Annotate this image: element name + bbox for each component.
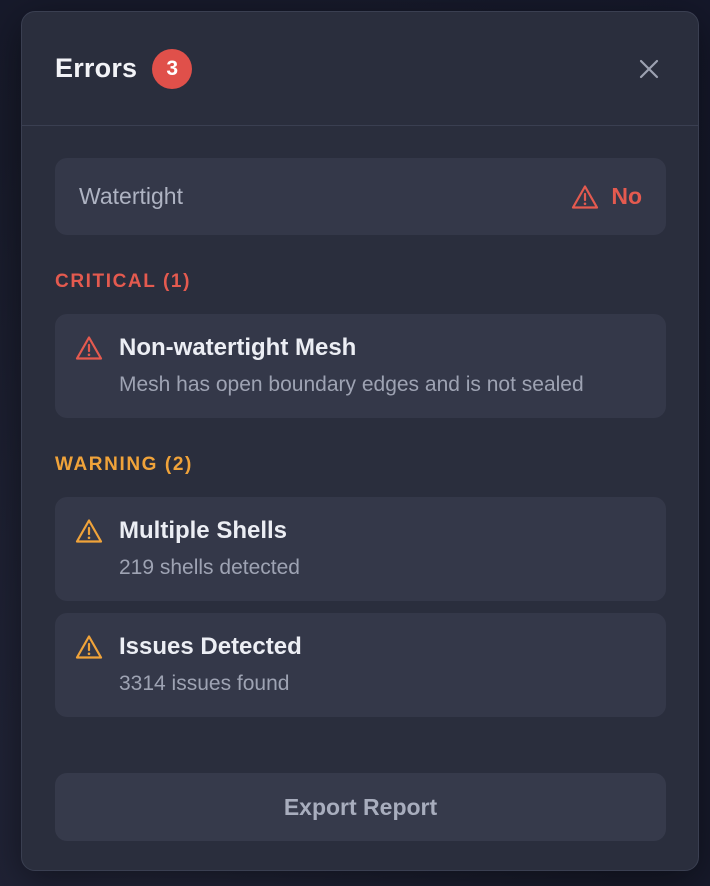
panel-header: Errors 3 [22,12,698,126]
panel-body: Watertight No CRITICAL (1) Non-watertigh… [22,126,698,841]
issue-title: Multiple Shells [119,517,288,544]
issue-description: 3314 issues found [119,672,290,695]
warning-triangle-icon [75,336,103,360]
issue-card[interactable]: Non-watertight Mesh Mesh has open bounda… [55,314,666,418]
warning-triangle-icon [75,519,103,543]
panel-title: Errors [55,53,138,83]
issue-title: Non-watertight Mesh [119,334,357,361]
close-icon [639,59,659,78]
watertight-label: Watertight [79,183,183,209]
watertight-value: No [571,183,642,210]
issue-description: 219 shells detected [119,556,300,579]
errors-panel: Errors 3 Watertight No CRITICAL (1) Non-… [21,11,699,871]
issue-title: Issues Detected [119,633,302,660]
watertight-status-row: Watertight No [55,158,666,235]
section-title-warning: WARNING (2) [55,454,193,475]
section-title-critical: CRITICAL (1) [55,271,192,292]
warning-triangle-icon [572,184,599,209]
issue-card[interactable]: Multiple Shells 219 shells detected [55,497,666,601]
issue-description: Mesh has open boundary edges and is not … [119,373,584,396]
warning-triangle-icon [75,635,103,659]
issue-card[interactable]: Issues Detected 3314 issues found [55,613,666,717]
export-report-button[interactable]: Export Report [55,773,666,841]
watertight-value-text: No [611,183,642,209]
close-button[interactable] [632,52,666,86]
error-count-badge: 3 [152,48,193,89]
